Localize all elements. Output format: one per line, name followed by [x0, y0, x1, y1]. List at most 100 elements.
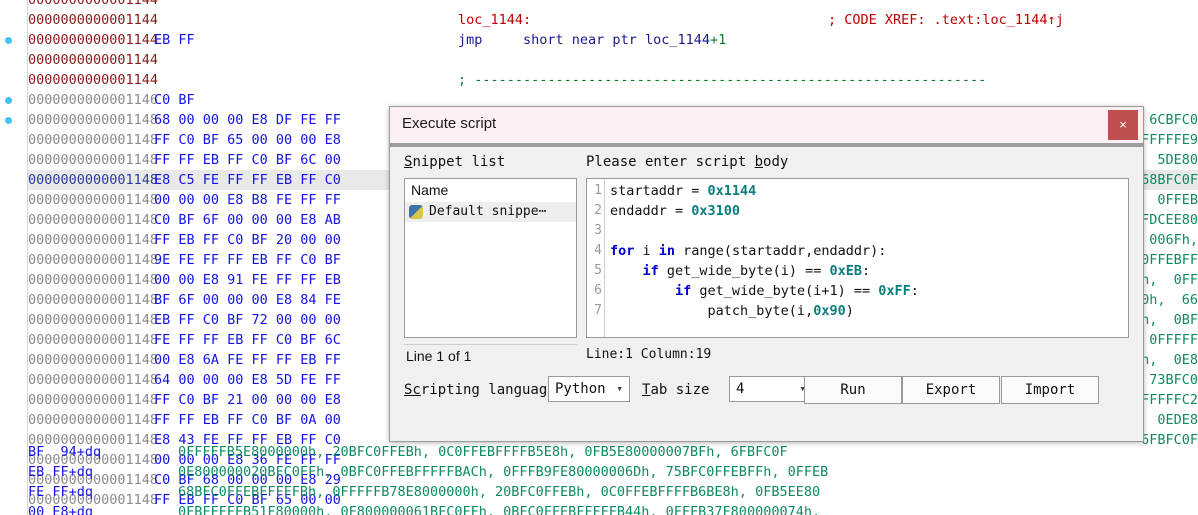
row-address: 0000000000001148: [28, 412, 159, 428]
row-address: 0000000000001148: [28, 112, 159, 128]
disassembly-row[interactable]: 0000000000001144 loc_1144: ; CODE XREF: .t…: [28, 10, 1198, 30]
xref-arrow-dot-icon: [5, 97, 12, 104]
script-editor[interactable]: 1 2 3 4 5 6 7 startaddr = 0x1144 endaddr …: [586, 178, 1129, 338]
dq-prefix: BF 94+dq: [28, 444, 102, 460]
snippet-column-header: Name: [405, 179, 576, 202]
dq-prefix: 00 E8+dq: [28, 504, 94, 515]
row-address: 0000000000001148: [28, 232, 159, 248]
snippet-list-item[interactable]: Default snippe⋯: [405, 202, 576, 222]
row-text: ; --------------------------------------…: [458, 72, 987, 88]
import-button[interactable]: Import: [1001, 376, 1099, 404]
dialog-title-bar[interactable]: Execute script ×: [390, 107, 1143, 147]
row-address: 0000000000001148: [28, 332, 159, 348]
green-hex-fragment: 68BFC0F: [1141, 172, 1198, 188]
row-address: 0000000000001144: [28, 32, 159, 48]
screen-root: 0000000000001144 0000000000001144 loc_1144…: [0, 0, 1198, 515]
green-hex-fragment: FFFFFC2: [1141, 392, 1198, 408]
scripting-language-label: Scripting language: [404, 382, 556, 398]
dialog-controls: Scripting language Python ▾ Tab size 4 ▾…: [404, 376, 1129, 406]
dq-prefix: FE FF+dq: [28, 484, 94, 500]
row-address: 0000000000001144: [28, 72, 159, 88]
disassembly-dq-row[interactable]: FE FF+dq 68BFC0FFEBFFFFFBh, 0FFFFFB78E800…: [28, 482, 1198, 502]
row-address: 0000000000001148: [28, 152, 159, 168]
row-bytes: EB FF C0 BF 72 00 00 00: [154, 312, 341, 328]
snippet-item-label: Default snippe⋯: [429, 204, 547, 219]
dq-prefix: EB FF+dq: [28, 464, 94, 480]
row-address: 0000000000001148: [28, 212, 159, 228]
editor-line-numbers: 1 2 3 4 5 6 7: [587, 179, 605, 337]
row-bytes: C0 BF 6F 00 00 00 E8 AB: [154, 212, 341, 228]
row-bytes: 00 00 E8 91 FE FF FF EB: [154, 272, 341, 288]
row-address: 0000000000001148: [28, 392, 159, 408]
row-bytes: 00 E8 6A FE FF FF EB FF: [154, 352, 341, 368]
row-bytes: 9E FE FF FF EB FF C0 BF: [154, 252, 341, 268]
row-address: 0000000000001148: [28, 132, 159, 148]
row-bytes: E8 C5 FE FF FF EB FF C0: [154, 172, 341, 188]
row-bytes: BF 6F 00 00 00 E8 84 FE: [154, 292, 341, 308]
xref-arrow-dot-icon: [5, 37, 12, 44]
code-line: if get_wide_byte(i) == 0xEB:: [642, 263, 871, 279]
code-line: if get_wide_byte(i+1) == 0xFF:: [675, 283, 919, 299]
row-address: 0000000000001144: [28, 52, 159, 68]
dialog-title: Execute script: [402, 115, 497, 132]
row-address: 0000000000001144: [28, 0, 159, 8]
run-button[interactable]: Run: [804, 376, 902, 404]
row-bytes: C0 BF: [154, 92, 195, 108]
scripting-language-value: Python: [555, 381, 606, 397]
script-code-area[interactable]: startaddr = 0x1144 endaddr = 0x3100 for i…: [605, 179, 1128, 337]
row-address: 0000000000001148: [28, 272, 159, 288]
disassembly-row[interactable]: 0000000000001144 EB FF jmp short near ptr …: [28, 30, 1198, 50]
code-line: endaddr = 0x3100: [610, 203, 741, 219]
python-icon: [409, 205, 423, 219]
export-button[interactable]: Export: [902, 376, 1000, 404]
row-address: 0000000000001148: [28, 352, 159, 368]
editor-status-label: Line:1 Column:19: [586, 347, 712, 362]
snippet-list-box[interactable]: Name Default snippe⋯: [404, 178, 577, 338]
row-bytes: FF FF EB FF C0 BF 0A 00: [154, 412, 341, 428]
script-body-label: Please enter script body: [586, 154, 789, 170]
row-bytes: 64 00 00 00 E8 5D FE FF: [154, 372, 341, 388]
row-bytes: 00 00 00 E8 B8 FE FF FF: [154, 192, 341, 208]
row-address: 0000000000001148: [28, 172, 159, 188]
disassembly-dq-row[interactable]: BF 94+dq 0FFFFFB5E8000000h, 20BFC0FFEBh, …: [28, 442, 1198, 462]
row-bytes: FF EB FF C0 BF 20 00 00: [154, 232, 341, 248]
disassembly-row[interactable]: 0000000000001144 ; ----------------------…: [28, 70, 1198, 90]
row-address: 0000000000001148: [28, 252, 159, 268]
dq-value: 0FBFFFFFB51F80000h, 0F800000061BFC0FFh, …: [178, 504, 821, 515]
dq-value: 68BFC0FFEBFFFFFBh, 0FFFFFB78E8000000h, 2…: [178, 484, 821, 500]
tab-size-value: 4: [736, 381, 745, 397]
dq-value: 0FFFFFB5E8000000h, 20BFC0FFEBh, 0C0FFEBF…: [178, 444, 788, 460]
green-hex-fragment: FFFFFE9: [1141, 132, 1198, 148]
dialog-body: Snippet list Name Default snippe⋯ Line 1…: [390, 148, 1143, 441]
tab-size-label: Tab size: [642, 382, 710, 398]
snippet-list-label: Snippet list: [404, 154, 506, 170]
row-bytes: FE FF FF EB FF C0 BF 6C: [154, 332, 341, 348]
row-address: 0000000000001148: [28, 292, 159, 308]
green-hex-fragment: 6FBFC0F: [1141, 432, 1198, 448]
row-bytes: 68 00 00 00 E8 DF FE FF: [154, 112, 341, 128]
row-address: 0000000000001148: [28, 372, 159, 388]
execute-script-dialog: Execute script × Snippet list Name Defau…: [389, 106, 1144, 442]
snippet-rows: Default snippe⋯: [405, 202, 576, 222]
row-bytes: FF C0 BF 65 00 00 00 E8: [154, 132, 341, 148]
close-icon[interactable]: ×: [1108, 110, 1138, 140]
disassembly-dq-row[interactable]: 00 E8+dq 0FBFFFFFB51F80000h, 0F800000061B…: [28, 502, 1198, 515]
green-hex-fragment: 0FFEBFF: [1141, 252, 1198, 268]
disassembly-row[interactable]: 0000000000001144: [28, 50, 1198, 70]
disassembly-dq-row[interactable]: EB FF+dq 0E800000020BFC0FFh, 0BFC0FFEBFFF…: [28, 462, 1198, 482]
snippet-status-label: Line 1 of 1: [404, 344, 577, 366]
code-line: for i in range(startaddr,endaddr):: [610, 243, 887, 259]
green-hex-fragment: FDCEE80: [1141, 212, 1198, 228]
disassembly-row[interactable]: 0000000000001144: [28, 0, 1198, 10]
dq-value: 0E800000020BFC0FFh, 0BFC0FFEBFFFFFBACh, …: [178, 464, 829, 480]
scripting-language-select[interactable]: Python ▾: [548, 376, 630, 402]
row-bytes: EB FF: [154, 32, 195, 48]
row-comment: ; CODE XREF: .text:loc_1144↑j: [828, 12, 1064, 28]
row-bytes: FF C0 BF 21 00 00 00 E8: [154, 392, 341, 408]
row-address: 0000000000001144: [28, 12, 159, 28]
row-address: 0000000000001146: [28, 92, 159, 108]
code-line: startaddr = 0x1144: [610, 183, 757, 199]
tab-size-select[interactable]: 4 ▾: [729, 376, 813, 402]
chevron-down-icon: ▾: [616, 382, 623, 395]
